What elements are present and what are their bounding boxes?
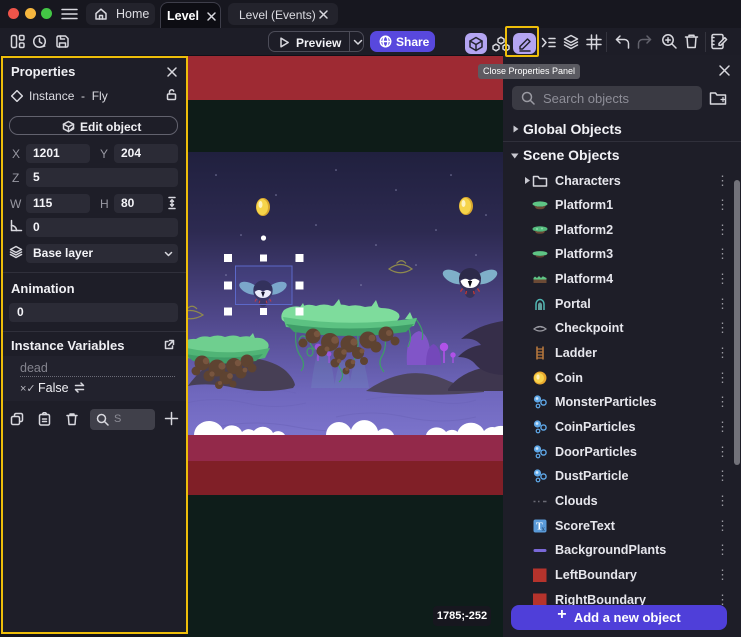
svg-text:x: x	[542, 525, 546, 533]
